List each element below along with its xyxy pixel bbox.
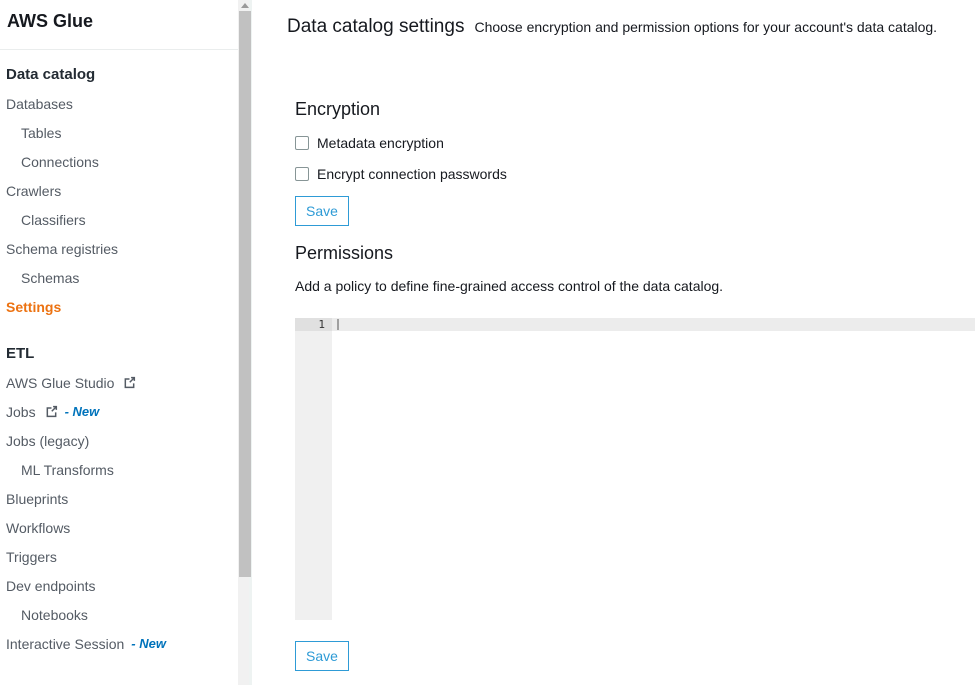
sidebar-item-label: ETL [6,345,34,362]
editor-input-area[interactable] [332,318,975,620]
sidebar-item-label: Settings [6,299,61,315]
sidebar: AWS Glue Data catalog Databases Tables Conn… [0,0,238,685]
sidebar-item-label: Schema registries [6,241,118,257]
sidebar-item-label: Data catalog [6,66,95,83]
sidebar-item-label: Databases [6,96,73,112]
external-link-icon [45,405,58,418]
sidebar-item-aws-glue-studio[interactable]: AWS Glue Studio [0,368,238,397]
sidebar-scrollbar[interactable] [238,0,252,685]
sidebar-nav: Data catalog Databases Tables Connections Cr… [0,50,238,658]
sidebar-item-label: Dev endpoints [6,578,96,594]
metadata-encryption-option: Metadata encryption [295,135,444,151]
sidebar-item-classifiers[interactable]: Classifiers [0,205,238,234]
permissions-heading: Permissions [295,243,393,264]
sidebar-item-label: Tables [21,125,61,141]
sidebar-item-label: Connections [21,154,99,170]
sidebar-item-databases[interactable]: Databases [0,89,238,118]
sidebar-section-data-catalog: Data catalog [0,60,238,89]
policy-editor: 1 [295,318,975,620]
editor-gutter [295,318,332,620]
save-permissions-button[interactable]: Save [295,641,349,671]
sidebar-item-label: Jobs (legacy) [6,433,89,449]
external-link-icon [123,376,136,389]
sidebar-item-jobs-legacy[interactable]: Jobs (legacy) [0,426,238,455]
sidebar-item-crawlers[interactable]: Crawlers [0,176,238,205]
encryption-heading: Encryption [295,99,380,120]
new-badge: - New [131,636,166,651]
sidebar-item-tables[interactable]: Tables [0,118,238,147]
sidebar-item-label: Blueprints [6,491,68,507]
sidebar-item-label: Classifiers [21,212,86,228]
sidebar-item-dev-endpoints[interactable]: Dev endpoints [0,571,238,600]
permissions-description: Add a policy to define fine-grained acce… [295,278,723,294]
page-header: Data catalog settings Choose encryption … [287,16,937,38]
sidebar-item-triggers[interactable]: Triggers [0,542,238,571]
sidebar-item-connections[interactable]: Connections [0,147,238,176]
sidebar-item-ml-transforms[interactable]: ML Transforms [0,455,238,484]
checkbox-label: Encrypt connection passwords [317,166,507,182]
sidebar-item-schema-registries[interactable]: Schema registries [0,234,238,263]
app-title: AWS Glue [0,0,238,50]
checkbox-label: Metadata encryption [317,135,444,151]
encrypt-passwords-option: Encrypt connection passwords [295,166,507,182]
page-description: Choose encryption and permission options… [474,19,937,35]
editor-line-number: 1 [295,318,332,331]
save-encryption-button[interactable]: Save [295,196,349,226]
sidebar-item-label: Jobs [6,404,36,420]
sidebar-item-label: Notebooks [21,607,88,623]
sidebar-item-label: Schemas [21,270,79,286]
aws-glue-settings-page: AWS Glue Data catalog Databases Tables Conn… [0,0,975,685]
new-badge: - New [65,404,100,419]
sidebar-item-label: Interactive Session [6,636,124,652]
page-title: Data catalog settings [287,16,464,38]
sidebar-section-etl: ETL [0,339,238,368]
metadata-encryption-checkbox[interactable] [295,136,309,150]
sidebar-item-label: Workflows [6,520,70,536]
sidebar-item-blueprints[interactable]: Blueprints [0,484,238,513]
sidebar-item-jobs[interactable]: Jobs - New [0,397,238,426]
sidebar-item-interactive-session[interactable]: Interactive Session - New [0,629,238,658]
sidebar-item-settings[interactable]: Settings [0,292,238,321]
sidebar-item-workflows[interactable]: Workflows [0,513,238,542]
sidebar-item-label: Triggers [6,549,57,565]
sidebar-item-label: ML Transforms [21,462,114,478]
sidebar-item-notebooks[interactable]: Notebooks [0,600,238,629]
sidebar-item-label: AWS Glue Studio [6,375,114,391]
main-content: Data catalog settings Choose encryption … [255,0,975,685]
encrypt-passwords-checkbox[interactable] [295,167,309,181]
scrollbar-thumb[interactable] [239,11,251,577]
sidebar-item-label: Crawlers [6,183,61,199]
scrollbar-up-arrow-icon[interactable] [241,3,249,8]
sidebar-item-schemas[interactable]: Schemas [0,263,238,292]
